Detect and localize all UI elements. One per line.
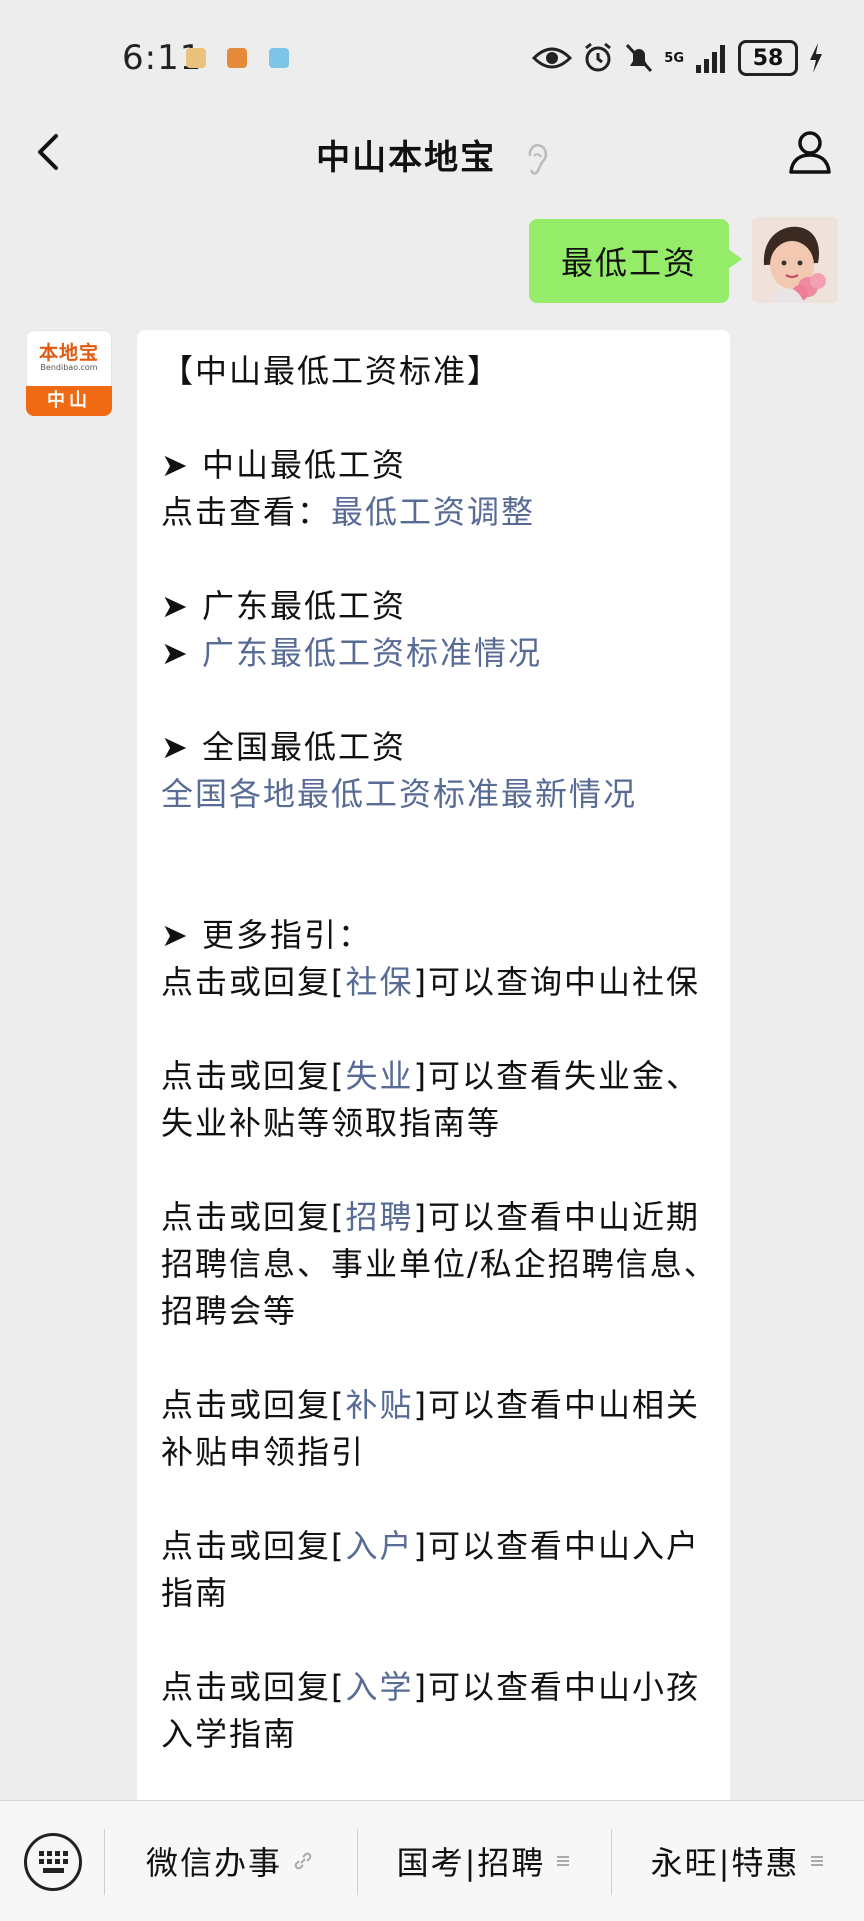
- link-zhongshan-min-wage-adjust[interactable]: 最低工资调整: [331, 493, 535, 531]
- eye-icon: [532, 47, 573, 69]
- menu-lines-icon: [557, 1856, 570, 1866]
- menu-item-aeon-deals[interactable]: 永旺|特惠: [612, 1801, 864, 1921]
- avatar-logo-text: 本地宝: [38, 342, 99, 364]
- message-text: 【中山最低工资标准】 ➤ 中山最低工资 点击查看：最低工资调整 ➤ 广东最低工资…: [161, 348, 721, 1758]
- network-type: 5G: [664, 50, 684, 66]
- chat-title: 中山本地宝: [0, 130, 864, 179]
- guide-item: 点击或回复[失业]可以查看失业金、失业补贴等领取指南等: [161, 1057, 701, 1142]
- section-heading: ➤ 更多指引：: [161, 916, 372, 954]
- message-title: 【中山最低工资标准】: [161, 352, 502, 390]
- section-heading: ➤ 全国最低工资: [161, 728, 406, 766]
- menu-item-exam-jobs[interactable]: 国考|招聘: [358, 1801, 610, 1921]
- notification-icon: [186, 48, 206, 68]
- user-avatar[interactable]: [752, 217, 838, 303]
- notification-icon: [269, 48, 289, 68]
- notification-icon: [227, 48, 247, 68]
- signal-icon: [696, 45, 725, 73]
- section-heading: ➤ 广东最低工资: [161, 587, 406, 625]
- battery-indicator: 58: [738, 40, 798, 76]
- menu-lines-icon: [811, 1856, 824, 1866]
- keyword-link-ruhu[interactable]: 入户: [346, 1527, 414, 1565]
- chat-header: 中山本地宝: [0, 100, 864, 210]
- avatar-domain: Bendibao.com: [40, 363, 98, 372]
- charging-icon: [810, 43, 822, 73]
- guide-item: 点击或回复[招聘]可以查看中山近期招聘信息、事业单位/私企招聘信息、招聘会等: [161, 1198, 718, 1330]
- menu-item-wechat-services[interactable]: 微信办事: [104, 1801, 356, 1921]
- link-icon: [294, 1852, 312, 1870]
- keyword-link-shiye[interactable]: 失业: [346, 1057, 414, 1095]
- guide-item: 点击或回复[社保]可以查询中山社保: [161, 963, 701, 1001]
- static-text: 点击查看：: [161, 493, 332, 531]
- status-bar: 6:11 5G 58: [0, 0, 864, 100]
- keyword-link-zhaopin[interactable]: 招聘: [346, 1198, 414, 1236]
- ear-icon: [528, 143, 547, 175]
- guide-item: 点击或回复[补贴]可以查看中山相关补贴申领指引: [161, 1386, 701, 1471]
- link-guangdong-min-wage[interactable]: 广东最低工资标准情况: [202, 634, 542, 672]
- section-heading: ➤ 中山最低工资: [161, 446, 406, 484]
- guide-item: 点击或回复[入学]可以查看中山小孩入学指南: [161, 1668, 701, 1753]
- profile-icon[interactable]: [786, 128, 834, 176]
- account-menu-bar: 微信办事 国考|招聘 永旺|特惠: [0, 1800, 864, 1921]
- guide-item: 点击或回复[入户]可以查看中山入户指南: [161, 1527, 701, 1612]
- keyword-link-shebao[interactable]: 社保: [346, 963, 414, 1001]
- keyword-link-butie[interactable]: 补贴: [346, 1386, 414, 1424]
- avatar-city: 中山: [26, 386, 112, 416]
- mute-icon: [626, 43, 653, 73]
- arrow-text: ➤: [161, 634, 202, 672]
- alarm-icon: [585, 42, 612, 72]
- received-message-bubble: 【中山最低工资标准】 ➤ 中山最低工资 点击查看：最低工资调整 ➤ 广东最低工资…: [137, 330, 730, 1920]
- link-national-min-wage[interactable]: 全国各地最低工资标准最新情况: [161, 775, 637, 813]
- keyboard-icon[interactable]: [24, 1833, 82, 1891]
- official-account-avatar[interactable]: 本地宝 Bendibao.com 中山: [26, 330, 112, 416]
- keyword-link-ruxue[interactable]: 入学: [346, 1668, 414, 1706]
- sent-message-bubble[interactable]: 最低工资: [529, 219, 742, 303]
